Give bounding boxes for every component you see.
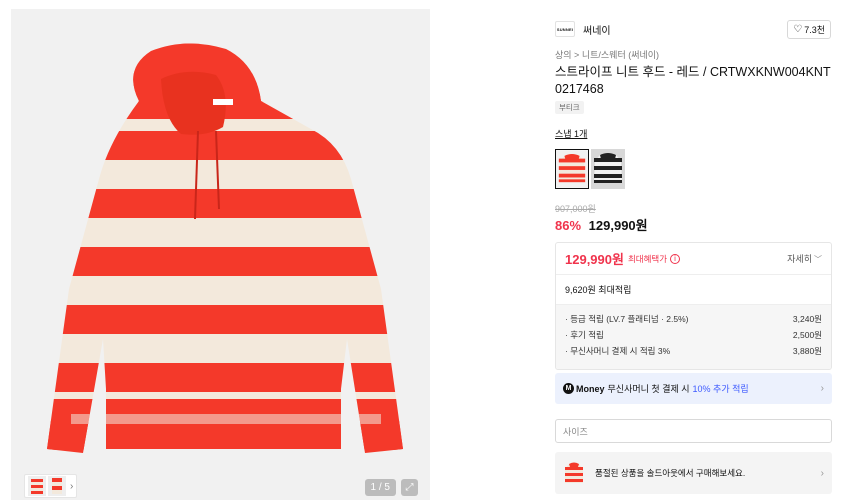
benefit-header: 129,990원 최대혜택가 i 자세히 ﹀ xyxy=(556,243,831,275)
soldout-text: 품절된 상품을 솔드아웃에서 구매해보세요. xyxy=(595,468,746,478)
points-row: · 무신사머니 결제 시 적립 3% 3,880원 xyxy=(565,343,822,359)
thumbnail-strip[interactable]: › xyxy=(24,474,78,498)
breadcrumb[interactable]: 상의 > 니트/스웨터 (써네이) xyxy=(555,48,659,61)
product-image-gallery[interactable]: › 1 / 5 ⤢ xyxy=(11,9,430,500)
detail-toggle[interactable]: 자세히 ﹀ xyxy=(787,252,822,265)
max-benefit-price: 129,990원 xyxy=(565,252,624,267)
benefit-box: 129,990원 최대혜택가 i 자세히 ﹀ 9,620원 최대적립 · 등급 적… xyxy=(555,242,832,370)
price-row: 86% 129,990원 xyxy=(555,215,648,234)
points-value: 3,240원 xyxy=(792,314,822,324)
money-highlight: 10% 추가 적립 xyxy=(692,384,749,394)
points-total: 9,620원 최대적립 xyxy=(556,275,831,305)
soldout-banner[interactable]: 품절된 상품을 솔드아웃에서 구매해보세요. › xyxy=(555,452,832,494)
points-list: · 등급 적립 (LV.7 플래티넘 · 2.5%) 3,240원 · 후기 적… xyxy=(556,305,831,369)
money-brand: Money xyxy=(576,383,605,394)
like-button[interactable]: ♡ 7.3천 xyxy=(787,19,831,39)
sale-price: 129,990원 xyxy=(588,218,648,233)
size-select[interactable]: 사이즈 xyxy=(555,419,832,443)
points-label: · 등급 적립 (LV.7 플래티넘 · 2.5%) xyxy=(565,314,689,324)
swatch-red[interactable] xyxy=(555,149,589,189)
product-thumbnail-icon xyxy=(565,462,583,483)
points-row: · 등급 적립 (LV.7 플래티넘 · 2.5%) 3,240원 xyxy=(565,311,822,327)
like-count: 7.3천 xyxy=(804,24,825,35)
image-counter: 1 / 5 xyxy=(364,479,396,496)
money-logo-icon: M xyxy=(563,383,574,394)
points-value: 2,500원 xyxy=(792,330,822,340)
product-title: 스트라이프 니트 후드 - 레드 / CRTWXKNW004KNT0217468 xyxy=(555,65,831,96)
thumbnail-image[interactable] xyxy=(28,476,46,496)
color-swatches xyxy=(555,149,627,189)
detail-label: 자세히 xyxy=(787,254,812,264)
money-text: 무신사머니 첫 결제 시 xyxy=(607,384,690,394)
points-row: · 후기 적립 2,500원 xyxy=(565,327,822,343)
expand-icon[interactable]: ⤢ xyxy=(401,479,418,496)
chevron-right-icon[interactable]: › xyxy=(70,481,73,492)
chevron-down-icon: ﹀ xyxy=(814,255,822,264)
points-label: · 후기 적립 xyxy=(565,330,604,340)
thumbnail-image[interactable] xyxy=(48,476,66,496)
snap-link[interactable]: 스냅 1개 xyxy=(555,127,587,140)
boutique-tag: 부티크 xyxy=(555,101,584,114)
brand-name[interactable]: 써네이 xyxy=(583,22,611,37)
product-image xyxy=(47,43,403,453)
discount-rate: 86% xyxy=(555,218,582,233)
chevron-right-icon: › xyxy=(820,467,824,479)
swatch-black[interactable] xyxy=(591,149,625,189)
info-icon[interactable]: i xyxy=(670,253,681,264)
points-value: 3,880원 xyxy=(792,346,822,356)
brand-row: SUNNEI 써네이 ♡ 7.3천 xyxy=(555,19,831,39)
chevron-right-icon: › xyxy=(820,383,824,394)
points-label: · 무신사머니 결제 시 적립 3% xyxy=(565,346,671,356)
max-benefit-label: 최대혜택가 xyxy=(627,253,668,264)
product-info-panel: SUNNEI 써네이 ♡ 7.3천 상의 > 니트/스웨터 (써네이) 스트라이… xyxy=(543,9,841,500)
brand-logo[interactable]: SUNNEI xyxy=(555,21,575,37)
money-banner[interactable]: M Money 무신사머니 첫 결제 시 10% 추가 적립 › xyxy=(555,373,832,404)
original-price: 907,000원 xyxy=(555,204,596,214)
heart-icon: ♡ xyxy=(793,23,803,35)
